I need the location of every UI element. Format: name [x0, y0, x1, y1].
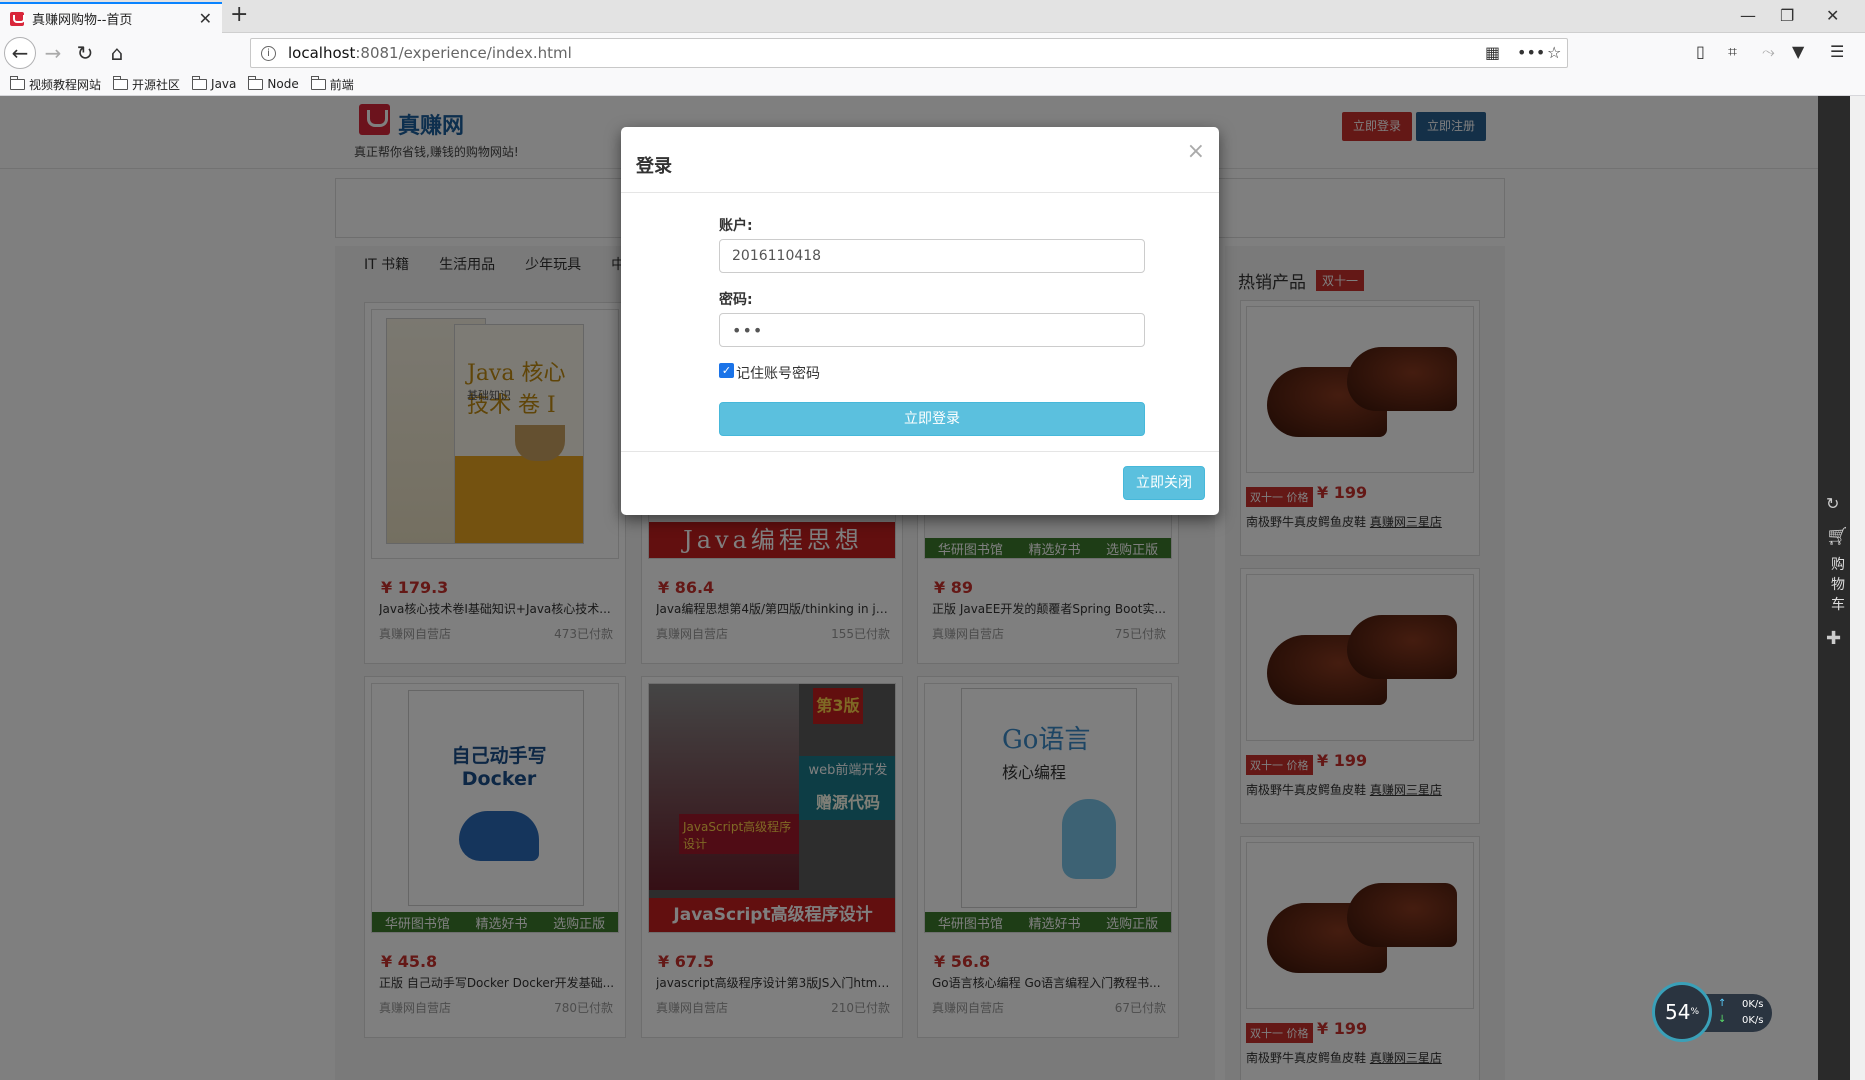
minimize-icon[interactable]: —	[1740, 6, 1756, 25]
plus-icon[interactable]: ✚	[1826, 628, 1841, 649]
bookmark-folder[interactable]: 前端	[310, 75, 354, 93]
cart-label[interactable]: 购物车	[1831, 555, 1845, 615]
bookmarks-bar: 视频教程网站 开源社区 Java Node 前端	[0, 73, 1865, 96]
bookmark-label: 前端	[329, 77, 354, 92]
upload-speed: 0K/s	[1742, 999, 1764, 1010]
upload-arrow-icon: ↑	[1718, 998, 1727, 1009]
folder-icon	[10, 75, 25, 90]
screenshot-icon[interactable]: ⌗	[1728, 42, 1737, 62]
download-arrow-icon: ↓	[1718, 1014, 1727, 1025]
tab-title: 真赚网购物--首页	[32, 13, 133, 28]
window-close-icon[interactable]: ✕	[1826, 6, 1839, 25]
speed-panel: ↑ 0K/s ↓ 0K/s	[1702, 994, 1772, 1032]
modal-header: 登录 ×	[621, 127, 1219, 193]
cpu-percent: 54%	[1652, 982, 1712, 1042]
close-modal-button[interactable]: 立即关闭	[1123, 466, 1205, 500]
menu-icon[interactable]: ☰	[1830, 42, 1844, 61]
folder-icon	[310, 75, 326, 90]
password-label: 密码:	[719, 292, 753, 308]
password-value: •••	[732, 320, 764, 340]
folder-icon	[248, 75, 264, 90]
bookmark-label: Node	[267, 77, 299, 91]
remember-checkbox[interactable]: ✓	[719, 363, 734, 378]
back-icon[interactable]: ←	[4, 37, 36, 69]
percent-value: 54	[1664, 1000, 1691, 1024]
cart-icon[interactable]: 🛒︎	[1826, 526, 1849, 547]
qr-code-icon[interactable]: ▦	[1485, 43, 1500, 62]
browser-tab-bar: 真赚网购物--首页 ✕ + — ❐ ✕	[0, 0, 1865, 33]
login-modal: 登录 × 账户: 2016110418 密码: ••• ✓ 记住账号密码 立即登…	[621, 127, 1219, 515]
modal-title: 登录	[636, 156, 672, 177]
url-host: localhost	[288, 44, 356, 62]
remember-label[interactable]: 记住账号密码	[736, 363, 820, 383]
close-icon[interactable]: ×	[1187, 139, 1205, 164]
password-input[interactable]: •••	[719, 313, 1145, 347]
refresh-icon[interactable]: ↻	[1826, 494, 1839, 513]
scrollbar[interactable]	[1850, 96, 1865, 1080]
bookmark-folder[interactable]: Java	[192, 75, 237, 91]
modal-footer: 立即关闭	[621, 451, 1219, 515]
reload-icon[interactable]: ↻	[71, 39, 99, 67]
bookmark-folder[interactable]: Node	[248, 75, 299, 91]
forward-icon[interactable]: →	[39, 39, 67, 67]
network-speed-widget[interactable]: ↑ 0K/s ↓ 0K/s 54%	[1652, 982, 1774, 1042]
account-input[interactable]: 2016110418	[719, 239, 1145, 273]
vpn-icon[interactable]: ▼	[1792, 42, 1804, 61]
account-value: 2016110418	[732, 248, 822, 264]
percent-unit: %	[1690, 1007, 1699, 1017]
account-label: 账户:	[719, 218, 753, 234]
page-actions-icon[interactable]: •••	[1517, 43, 1545, 62]
bookmark-folder[interactable]: 开源社区	[113, 75, 181, 93]
bookmark-label: 开源社区	[132, 77, 181, 92]
extension-icon[interactable]: ⤳	[1762, 42, 1775, 62]
bookmark-folder[interactable]: 视频教程网站	[10, 75, 102, 93]
new-tab-icon[interactable]: +	[230, 2, 248, 27]
restore-icon[interactable]: ❐	[1780, 6, 1794, 25]
home-icon[interactable]: ⌂	[103, 39, 131, 67]
bookmark-label: Java	[211, 77, 237, 91]
bookmark-label: 视频教程网站	[29, 77, 102, 92]
url-path: :8081/experience/index.html	[355, 44, 572, 62]
site-info-icon[interactable]: i	[261, 45, 276, 61]
folder-icon	[192, 75, 208, 90]
site-favicon-icon	[10, 11, 25, 26]
login-submit-button[interactable]: 立即登录	[719, 402, 1145, 436]
bookmark-star-icon[interactable]: ☆	[1547, 43, 1561, 62]
tab-close-icon[interactable]: ✕	[199, 9, 212, 28]
browser-nav-bar: ← → ↻ ⌂ i localhost :8081/experience/ind…	[0, 33, 1865, 73]
folder-icon	[113, 75, 129, 90]
address-bar[interactable]: i localhost :8081/experience/index.html …	[250, 38, 1568, 68]
sidebar-toggle-icon[interactable]: ▯	[1696, 42, 1705, 61]
browser-tab[interactable]: 真赚网购物--首页 ✕	[0, 2, 222, 33]
download-speed: 0K/s	[1742, 1015, 1764, 1026]
